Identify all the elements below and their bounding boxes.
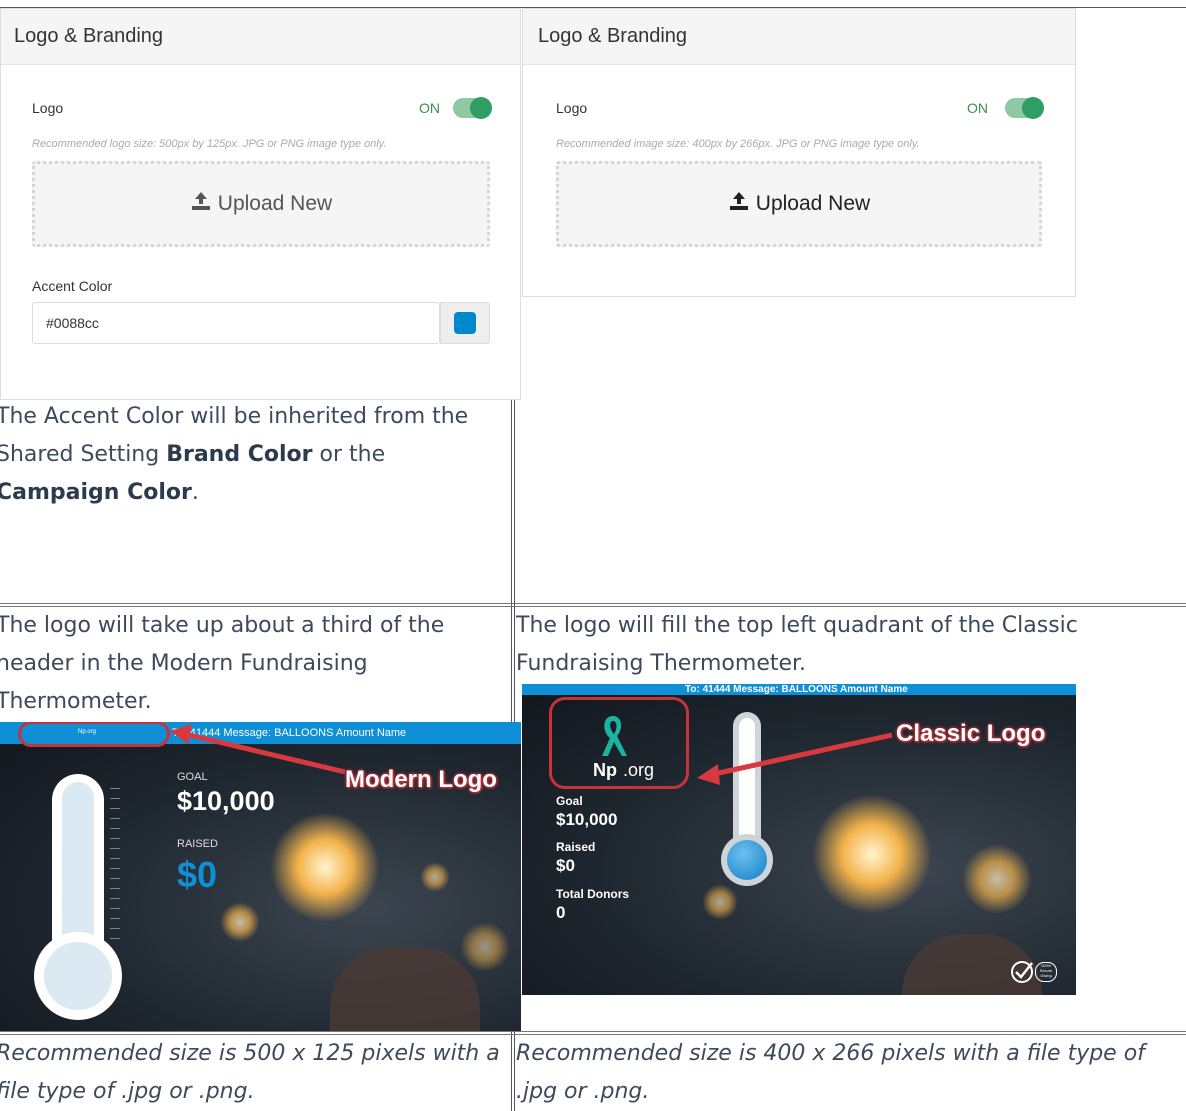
logo-size-hint: Recommended image size: 400px by 266px. … (556, 138, 920, 150)
note-text: or the (312, 442, 386, 467)
logo-toggle[interactable] (453, 97, 492, 119)
upload-label: Upload New (755, 192, 871, 215)
secure-giving-badge: 100% Secure Giving (1010, 960, 1057, 984)
campaign-color-term: Campaign Color (0, 480, 192, 505)
modern-description: The logo will take up about a third of t… (0, 613, 445, 714)
logo-label: Logo (556, 100, 588, 116)
classic-description: The logo will fill the top left quadrant… (516, 613, 1078, 676)
logo-branding-panel-modern: Logo & Branding Logo ON Recommended logo… (0, 8, 521, 400)
upload-icon (190, 191, 212, 217)
note-text: . (191, 480, 199, 505)
logo-branding-panel-classic: Logo & Branding Logo ON Recommended imag… (522, 8, 1076, 297)
accent-color-label: Accent Color (32, 278, 113, 294)
modern-thermometer-screenshot: To: 41444 Message: BALLOONS Amount Name … (0, 722, 521, 1031)
modern-recommended-size: Recommended size is 500 x 125 pixels wit… (0, 1041, 500, 1104)
accent-color-input[interactable]: #0088cc (32, 302, 440, 344)
logo-size-hint: Recommended logo size: 500px by 125px. J… (32, 138, 387, 150)
upload-new-button[interactable]: Upload New (32, 161, 490, 247)
panel-title: Logo & Branding (523, 9, 1075, 65)
brand-color-term: Brand Color (166, 442, 313, 467)
accent-color-note: The Accent Color will be inherited from … (0, 398, 508, 512)
logo-toggle[interactable] (1005, 97, 1044, 119)
toggle-state-label: ON (419, 100, 440, 116)
modern-logo-callout-label: Modern Logo (345, 766, 497, 793)
secure-line: Giving (1040, 973, 1052, 978)
toggle-knob (1022, 97, 1044, 119)
upload-new-button[interactable]: Upload New (556, 161, 1042, 247)
accent-color-swatch (454, 312, 476, 334)
checkmark-icon (1011, 961, 1033, 983)
table-row-divider (0, 1031, 1186, 1032)
table-row-divider (0, 603, 1186, 604)
classic-logo-callout-label: Classic Logo (896, 720, 1046, 747)
upload-label: Upload New (217, 192, 333, 215)
classic-thermometer-screenshot: To: 41444 Message: BALLOONS Amount Name … (522, 684, 1076, 995)
secure-text: 100% Secure Giving (1035, 962, 1057, 982)
toggle-knob (470, 97, 492, 119)
logo-label: Logo (32, 100, 64, 116)
panel-title: Logo & Branding (1, 9, 520, 65)
toggle-state-label: ON (967, 100, 988, 116)
upload-icon (728, 191, 750, 217)
classic-recommended-size: Recommended size is 400 x 266 pixels wit… (516, 1041, 1145, 1104)
accent-color-picker[interactable] (440, 302, 490, 344)
